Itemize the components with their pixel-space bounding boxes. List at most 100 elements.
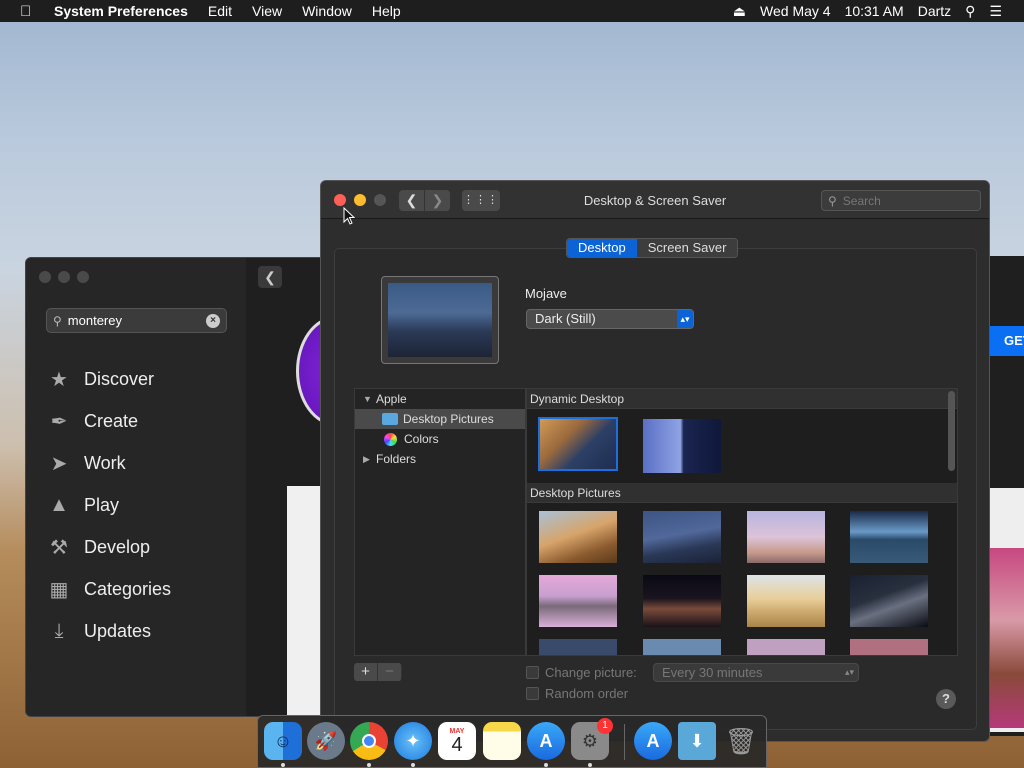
nav-play[interactable]: ▲ Play bbox=[46, 484, 171, 526]
downloads-folder-icon[interactable]: ⬇ bbox=[678, 722, 716, 760]
app-menu[interactable]: System Preferences bbox=[54, 3, 188, 19]
source-list-buttons: + − bbox=[354, 663, 402, 681]
spotlight-icon[interactable]: ⚲ bbox=[965, 3, 975, 20]
menu-time[interactable]: 10:31 AM bbox=[845, 3, 904, 19]
source-folders[interactable]: ▶ Folders bbox=[355, 449, 525, 469]
section-desktop-pictures: Desktop Pictures bbox=[527, 483, 957, 503]
nav-create[interactable]: ✒ Create bbox=[46, 400, 171, 442]
wallpaper-sand-dunes[interactable] bbox=[747, 575, 825, 627]
app-store-window: ⚲ monterey × ★ Discover ✒ Create ➤ Work … bbox=[25, 257, 325, 717]
nav-develop[interactable]: ⚒ Develop bbox=[46, 526, 171, 568]
system-preferences-icon[interactable]: ⚙ 1 bbox=[571, 718, 613, 760]
notification-center-icon[interactable]: ☰ bbox=[989, 3, 1002, 20]
wallpaper-mojave-night[interactable] bbox=[643, 511, 721, 563]
interval-dropdown[interactable]: Every 30 minutes ▴▾ bbox=[653, 663, 859, 682]
app-store-icon[interactable]: A bbox=[527, 722, 565, 760]
running-indicator bbox=[411, 763, 415, 767]
calendar-day: 4 bbox=[451, 733, 463, 756]
minimize-button[interactable] bbox=[58, 271, 70, 283]
mouse-cursor-icon bbox=[343, 207, 355, 225]
menu-view[interactable]: View bbox=[252, 3, 282, 19]
help-button[interactable]: ? bbox=[936, 689, 956, 709]
menu-date[interactable]: Wed May 4 bbox=[760, 3, 831, 19]
disclosure-closed-icon[interactable]: ▶ bbox=[363, 454, 373, 465]
finder-icon[interactable]: ☺ bbox=[264, 722, 302, 760]
gallery-scrollbar[interactable] bbox=[948, 391, 955, 471]
running-indicator bbox=[281, 763, 285, 767]
checkbox-box[interactable] bbox=[526, 666, 539, 679]
checkbox-box[interactable] bbox=[526, 687, 539, 700]
get-button[interactable]: GET bbox=[990, 326, 1024, 356]
search-icon: ⚲ bbox=[53, 313, 62, 328]
source-desktop-pictures[interactable]: Desktop Pictures bbox=[355, 409, 525, 429]
wallpaper-mojave-dynamic[interactable] bbox=[538, 417, 618, 471]
prefs-search-input[interactable]: ⚲ Search bbox=[821, 190, 981, 211]
notes-icon[interactable] bbox=[483, 722, 521, 760]
title-bar: ❮ ❯ ⋮⋮⋮ Desktop & Screen Saver ⚲ Search bbox=[321, 181, 989, 219]
wallpaper-catalina-dynamic[interactable] bbox=[643, 419, 721, 473]
section-dynamic-desktop: Dynamic Desktop bbox=[527, 389, 957, 409]
wallpaper-rock-towers[interactable] bbox=[643, 575, 721, 627]
calendar-icon[interactable]: MAY 4 bbox=[438, 722, 476, 760]
remove-folder-button[interactable]: − bbox=[378, 663, 402, 681]
hammer-icon: ⚒ bbox=[50, 536, 68, 559]
apple-menu-icon[interactable]:  bbox=[20, 3, 38, 20]
menu-window[interactable]: Window bbox=[302, 3, 352, 19]
menu-edit[interactable]: Edit bbox=[208, 3, 232, 19]
wallpaper-partial-2[interactable] bbox=[643, 639, 721, 655]
appearance-dropdown[interactable]: Dark (Still) ▴▾ bbox=[526, 309, 694, 329]
tab-desktop[interactable]: Desktop bbox=[567, 239, 637, 257]
source-label: Desktop Pictures bbox=[403, 412, 494, 426]
wallpaper-lake-dusk[interactable] bbox=[850, 511, 928, 563]
disclosure-open-icon[interactable]: ▼ bbox=[363, 394, 373, 404]
zoom-button[interactable] bbox=[77, 271, 89, 283]
wallpaper-mojave-day[interactable] bbox=[539, 511, 617, 563]
search-placeholder: Search bbox=[842, 193, 881, 208]
nav-discover[interactable]: ★ Discover bbox=[46, 358, 171, 400]
menu-user[interactable]: Dartz bbox=[918, 3, 951, 19]
wallpaper-partial-3[interactable] bbox=[747, 639, 825, 655]
preview-image bbox=[990, 548, 1024, 728]
wallpaper-desert-sunset[interactable] bbox=[747, 511, 825, 563]
eject-icon[interactable]: ⏏ bbox=[733, 3, 746, 20]
change-picture-label: Change picture: bbox=[545, 665, 637, 680]
trash-icon[interactable]: 🗑 bbox=[722, 722, 760, 760]
download-icon: ⤓ bbox=[54, 619, 64, 642]
change-picture-checkbox[interactable]: Change picture: bbox=[526, 665, 637, 680]
chrome-icon[interactable] bbox=[350, 722, 388, 760]
nav-label: Create bbox=[84, 410, 139, 431]
wallpaper-partial-1[interactable] bbox=[539, 639, 617, 655]
nav-work[interactable]: ➤ Work bbox=[46, 442, 171, 484]
tab-control: Desktop Screen Saver bbox=[566, 238, 739, 258]
add-folder-button[interactable]: + bbox=[354, 663, 378, 681]
source-label: Colors bbox=[404, 432, 439, 446]
random-order-checkbox[interactable]: Random order bbox=[526, 686, 628, 701]
search-icon: ⚲ bbox=[828, 193, 837, 208]
launchpad-icon[interactable]: 🚀 bbox=[307, 722, 345, 760]
nav-label: Play bbox=[84, 494, 120, 515]
desktop-screen-saver-window: ❮ ❯ ⋮⋮⋮ Desktop & Screen Saver ⚲ Search … bbox=[320, 180, 990, 742]
clear-search-icon[interactable]: × bbox=[206, 313, 220, 328]
nav-categories[interactable]: ▦ Categories bbox=[46, 568, 172, 610]
back-button[interactable]: ❮ bbox=[258, 266, 282, 288]
tab-screen-saver[interactable]: Screen Saver bbox=[636, 239, 738, 257]
source-apple[interactable]: ▼ Apple bbox=[355, 389, 525, 409]
nav-label: Develop bbox=[84, 536, 151, 557]
screenshot-preview bbox=[990, 488, 1024, 732]
wallpaper-dune-night[interactable] bbox=[850, 575, 928, 627]
nav-label: Updates bbox=[84, 620, 152, 641]
app-store-search-input[interactable]: ⚲ monterey × bbox=[46, 308, 227, 333]
close-button[interactable] bbox=[39, 271, 51, 283]
app-store-download-icon[interactable]: A bbox=[634, 722, 672, 760]
menu-help[interactable]: Help bbox=[372, 3, 401, 19]
running-indicator bbox=[367, 763, 371, 767]
running-indicator bbox=[588, 763, 592, 767]
app-store-nav: ★ Discover ✒ Create ➤ Work ▲ Play ⚒ Deve… bbox=[46, 358, 171, 652]
safari-icon[interactable]: ✦ bbox=[394, 722, 432, 760]
nav-updates[interactable]: ⤓ Updates bbox=[46, 610, 171, 652]
search-value: monterey bbox=[67, 313, 122, 328]
desktop-pictures-grid bbox=[527, 503, 957, 655]
wallpaper-mono-lake[interactable] bbox=[539, 575, 617, 627]
wallpaper-partial-4[interactable] bbox=[850, 639, 928, 655]
source-colors[interactable]: Colors bbox=[355, 429, 525, 449]
